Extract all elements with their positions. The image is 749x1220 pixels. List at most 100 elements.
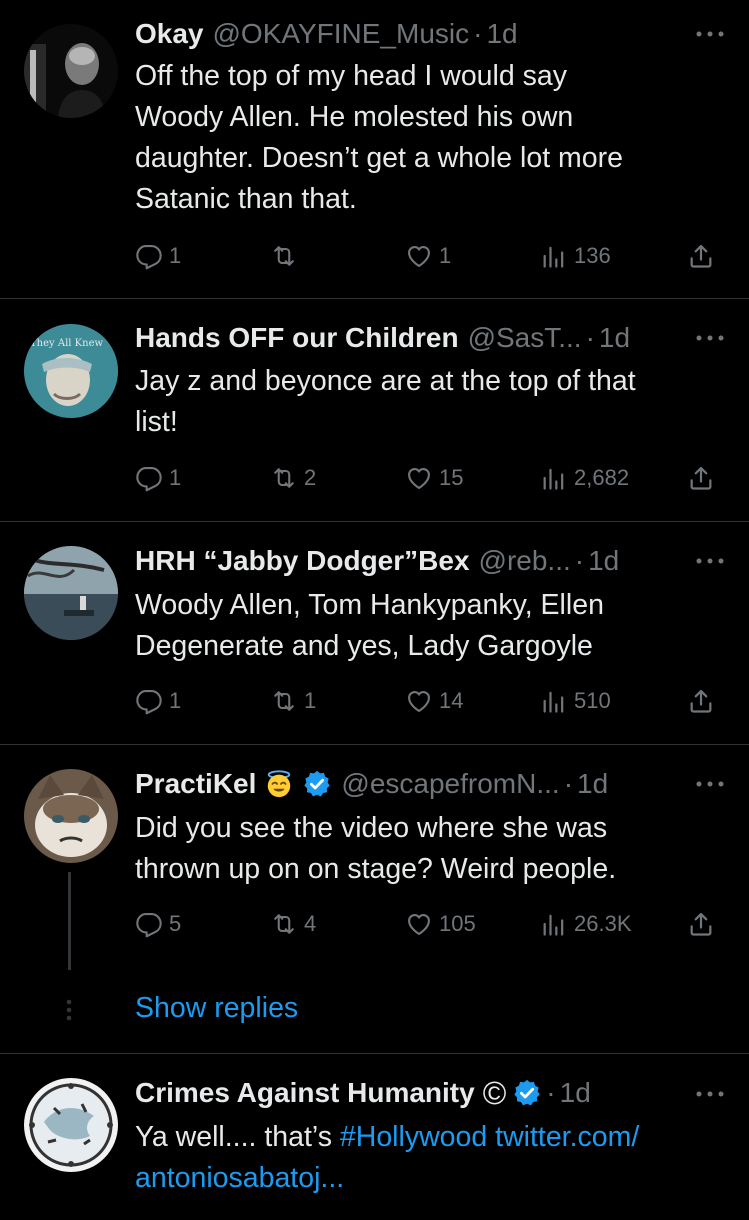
separator-dot: ·	[546, 1077, 556, 1108]
show-replies-link[interactable]: Show replies	[135, 992, 298, 1025]
display-name[interactable]: Okay	[135, 18, 204, 50]
share-button[interactable]	[687, 236, 715, 276]
separator-dot: ·	[563, 768, 574, 799]
tweet-text: Off the top of my head I would say Woody…	[135, 56, 725, 220]
like-button[interactable]: 15	[405, 458, 463, 498]
tweet-header: HRH “Jabby Dodger”Bex @reb... · 1d	[135, 541, 749, 581]
tweet-text-line: Woody Allen. He molested his own	[135, 101, 574, 133]
tweet-text-line: thrown up on on stage? Weird people.	[135, 853, 617, 885]
like-count: 105	[439, 911, 476, 936]
share-button[interactable]	[687, 904, 715, 944]
tweet-actions: 1 1 14 510	[135, 681, 725, 721]
retweet-button[interactable]: 4	[270, 904, 316, 944]
divider	[0, 744, 749, 745]
tweet-header: Okay @OKAYFINE_Music · 1d	[135, 14, 749, 54]
avatar[interactable]	[24, 24, 118, 118]
tweet-text-line: Satanic than that.	[135, 183, 357, 215]
share-icon	[687, 687, 715, 715]
url-link[interactable]: twitter.com/	[495, 1121, 639, 1153]
reply-icon	[135, 910, 163, 938]
reply-button[interactable]: 1	[135, 458, 181, 498]
timestamp[interactable]: 1d	[599, 322, 630, 354]
views-button[interactable]: 2,682	[540, 458, 629, 498]
views-icon	[540, 464, 568, 492]
retweet-count: 4	[304, 911, 317, 936]
reply-button[interactable]: 1	[135, 236, 181, 276]
user-handle[interactable]: @reb...	[479, 545, 571, 577]
tweet-header: Crimes Against Humanity © · 1d	[135, 1073, 749, 1113]
tweet-header: PractiKel @escapefromN... · 1d	[135, 764, 749, 804]
reply-count: 1	[169, 243, 182, 268]
share-button[interactable]	[687, 458, 715, 498]
reply-icon	[135, 687, 163, 715]
divider	[0, 521, 749, 522]
user-handle[interactable]: @SasT...	[468, 322, 582, 354]
more-icon[interactable]	[695, 780, 725, 788]
timestamp[interactable]: 1d	[577, 768, 608, 800]
divider	[0, 298, 749, 299]
like-button[interactable]: 105	[405, 904, 476, 944]
separator-dot: ·	[585, 322, 595, 353]
retweet-button[interactable]: 1	[270, 681, 316, 721]
tweet-actions: 1 1 136	[135, 236, 725, 276]
tweet-text: Jay z and beyonce are at the top of that…	[135, 361, 725, 443]
more-icon[interactable]	[695, 334, 725, 342]
display-name[interactable]: Crimes Against Humanity	[135, 1077, 475, 1109]
tweet-text-line: list!	[135, 406, 178, 438]
reply-button[interactable]: 5	[135, 904, 181, 944]
reply-button[interactable]: 1	[135, 681, 181, 721]
user-handle[interactable]: @escapefromN...	[341, 768, 559, 800]
retweet-button[interactable]: 2	[270, 458, 316, 498]
reply-icon	[135, 464, 163, 492]
verified-badge-icon[interactable]	[512, 1078, 542, 1108]
display-name[interactable]: Hands OFF our Children	[135, 322, 459, 354]
hashtag-link[interactable]: #Hollywood	[340, 1121, 487, 1153]
user-handle[interactable]: @OKAYFINE_Music	[213, 18, 470, 50]
views-button[interactable]: 510	[540, 681, 611, 721]
like-button[interactable]: 14	[405, 681, 463, 721]
views-button[interactable]: 26.3K	[540, 904, 632, 944]
tweet-text: Woody Allen, Tom Hankypanky, Ellen Degen…	[135, 585, 725, 667]
reply-icon	[135, 242, 163, 270]
timestamp[interactable]: 1d	[486, 18, 517, 50]
more-icon[interactable]	[695, 557, 725, 565]
more-icon[interactable]	[695, 30, 725, 38]
reply-count: 1	[169, 688, 182, 713]
tweet-text-line: Woody Allen, Tom Hankypanky, Ellen	[135, 589, 604, 621]
retweet-icon	[270, 910, 298, 938]
url-link-continued[interactable]: antoniosabatoj...	[135, 1162, 344, 1194]
views-icon	[540, 242, 568, 270]
share-icon	[687, 242, 715, 270]
avatar[interactable]	[24, 769, 118, 863]
retweet-icon	[270, 242, 298, 270]
divider	[0, 1053, 749, 1054]
like-button[interactable]: 1	[405, 236, 451, 276]
share-button[interactable]	[687, 681, 715, 721]
like-icon	[405, 242, 433, 270]
verified-badge-icon[interactable]	[302, 769, 332, 799]
share-icon	[687, 910, 715, 938]
more-icon[interactable]	[695, 1090, 725, 1098]
views-button[interactable]: 136	[540, 236, 611, 276]
timestamp[interactable]: 1d	[588, 545, 619, 577]
avatar[interactable]: They All Knew	[24, 324, 118, 418]
retweet-button[interactable]	[270, 236, 304, 276]
retweet-icon	[270, 464, 298, 492]
tweet-text: Did you see the video where she was thro…	[135, 808, 725, 890]
timestamp[interactable]: 1d	[560, 1077, 591, 1109]
views-icon	[540, 910, 568, 938]
views-count: 510	[574, 688, 611, 713]
tweet-text-prefix: Ya well.... that’s	[135, 1121, 332, 1153]
like-icon	[405, 687, 433, 715]
retweet-count: 2	[304, 465, 317, 490]
avatar[interactable]	[24, 1078, 118, 1172]
separator-dot: ·	[574, 545, 585, 576]
avatar[interactable]	[24, 546, 118, 640]
display-name[interactable]: PractiKel	[135, 768, 256, 800]
display-name[interactable]: HRH “Jabby Dodger”Bex	[135, 545, 470, 577]
thread-connector	[68, 872, 71, 970]
like-count: 14	[439, 688, 464, 713]
tweet-actions: 1 2 15 2,682	[135, 458, 725, 498]
retweet-count: 1	[304, 688, 317, 713]
like-icon	[405, 910, 433, 938]
